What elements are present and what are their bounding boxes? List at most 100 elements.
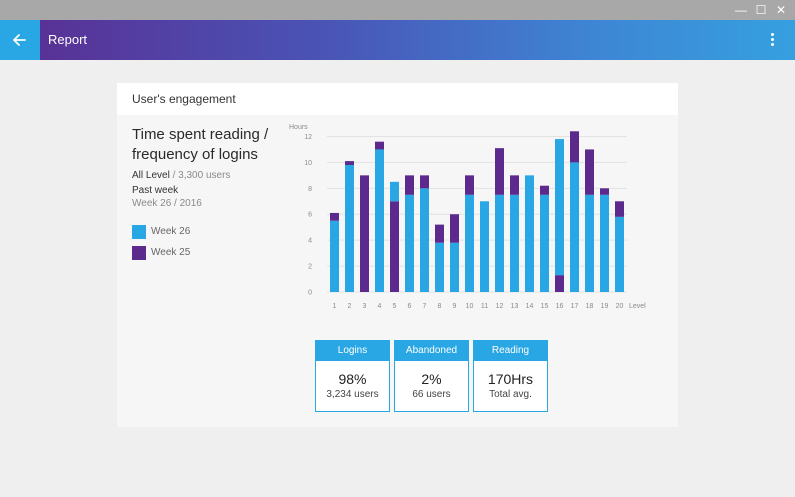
bar-segment: [420, 175, 429, 189]
x-tick-label: 7: [423, 303, 427, 310]
bar-segment: [345, 164, 354, 292]
bar-segment: [540, 194, 549, 292]
x-tick-label: 11: [481, 303, 488, 310]
x-tick-label: 5: [393, 303, 397, 310]
bar-segment: [390, 181, 399, 202]
card-header: User's engagement: [117, 83, 678, 115]
bar-segment: [345, 161, 354, 165]
stat-header: Logins: [316, 341, 389, 361]
more-vert-icon[interactable]: [762, 30, 782, 50]
x-tick-label: 15: [541, 303, 549, 310]
bar-segment: [480, 201, 489, 292]
bar-segment: [570, 131, 579, 163]
bar-segment: [330, 220, 339, 292]
legend-swatch: [132, 225, 146, 239]
x-tick-label: 3: [363, 303, 367, 310]
x-tick-label: 1: [333, 303, 337, 310]
stat-card-abandoned: Abandoned 2% 66 users: [394, 340, 469, 412]
x-tick-label: 20: [616, 303, 624, 310]
bar-segment: [570, 162, 579, 292]
bar-segment: [585, 194, 594, 292]
bar-segment: [495, 148, 504, 195]
bar-segment: [405, 194, 414, 292]
stat-card-reading: Reading 170Hrs Total avg.: [473, 340, 548, 412]
bar-segment: [465, 175, 474, 195]
bar-segment: [510, 175, 519, 195]
bar-segment: [375, 141, 384, 150]
x-tick-label: 13: [511, 303, 519, 310]
bar-segment: [585, 149, 594, 195]
level-filter: All Level / 3,300 users: [132, 170, 230, 181]
bar-segment: [615, 201, 624, 217]
y-axis-label: Hours: [289, 124, 308, 131]
chart-title: Time spent reading / frequency of logins: [132, 126, 269, 163]
bar-segment: [330, 212, 339, 221]
x-tick-label: 4: [378, 303, 382, 310]
close-button[interactable]: ✕: [771, 0, 791, 20]
stat-value: 98%: [338, 371, 367, 387]
legend-swatch: [132, 246, 146, 260]
y-tick-label: 12: [304, 134, 312, 141]
bar-segment: [450, 214, 459, 243]
users-count: / 3,300 users: [172, 170, 231, 181]
back-button[interactable]: [0, 20, 40, 60]
maximize-button[interactable]: ☐: [751, 0, 771, 20]
bar-segment: [465, 194, 474, 292]
x-tick-label: 10: [466, 303, 474, 310]
bar-segment: [405, 175, 414, 195]
bar-segment: [435, 224, 444, 243]
x-tick-label: 14: [526, 303, 534, 310]
app-bar: Report: [0, 20, 795, 60]
x-tick-label: 19: [601, 303, 609, 310]
y-tick-label: 2: [308, 264, 312, 271]
x-axis-label: Level: [629, 303, 646, 310]
level-label: All Level: [132, 170, 170, 181]
period-label: Past week: [132, 185, 179, 196]
bar-segment: [600, 194, 609, 292]
bar-segment: [540, 185, 549, 195]
bar-segment: [435, 242, 444, 292]
stat-value: 2%: [421, 371, 442, 387]
bar-segment: [360, 175, 369, 292]
y-tick-label: 6: [308, 212, 312, 219]
x-tick-label: 16: [556, 303, 564, 310]
y-tick-label: 4: [308, 238, 312, 245]
bar-segment: [420, 188, 429, 292]
x-tick-label: 9: [453, 303, 457, 310]
stat-header: Reading: [474, 341, 547, 361]
bar-segment: [450, 242, 459, 292]
stat-subtitle: 3,234 users: [326, 389, 379, 400]
x-tick-label: 18: [586, 303, 594, 310]
x-tick-label: 6: [408, 303, 412, 310]
bar-segment: [525, 175, 534, 292]
y-tick-label: 10: [304, 160, 312, 167]
legend-label: Week 26: [151, 226, 191, 237]
window-titlebar: — ☐ ✕: [0, 0, 795, 20]
engagement-bar-chart: 024681012Hours1 2 3 4 5 6 7 8 9 10 11 12 13 14 15 16 17 1…: [289, 124, 646, 310]
x-tick-label: 2: [348, 303, 352, 310]
x-tick-label: 12: [496, 303, 504, 310]
y-tick-label: 0: [308, 290, 312, 297]
card-body: Time spent reading / frequency of logins…: [117, 115, 678, 427]
page-title: Report: [48, 32, 88, 47]
stat-header: Abandoned: [395, 341, 468, 361]
bar-segment: [555, 139, 564, 276]
bar-segment: [555, 275, 564, 292]
bar-segment: [495, 194, 504, 292]
bar-segment: [600, 188, 609, 195]
legend-label: Week 25: [151, 247, 191, 258]
x-tick-label: 8: [438, 303, 442, 310]
bar-segment: [615, 216, 624, 292]
card-header-title: User's engagement: [132, 92, 236, 106]
stat-subtitle: Total avg.: [489, 389, 532, 400]
y-tick-label: 8: [308, 186, 312, 193]
week-label: Week 26 / 2016: [132, 198, 202, 209]
bar-segment: [390, 201, 399, 292]
x-tick-label: 17: [571, 303, 579, 310]
minimize-button[interactable]: —: [731, 0, 751, 20]
bar-segment: [510, 194, 519, 292]
bar-segment: [375, 149, 384, 292]
arrow-left-icon: [13, 34, 26, 46]
stat-value: 170Hrs: [487, 371, 534, 387]
stat-subtitle: 66 users: [412, 389, 451, 400]
